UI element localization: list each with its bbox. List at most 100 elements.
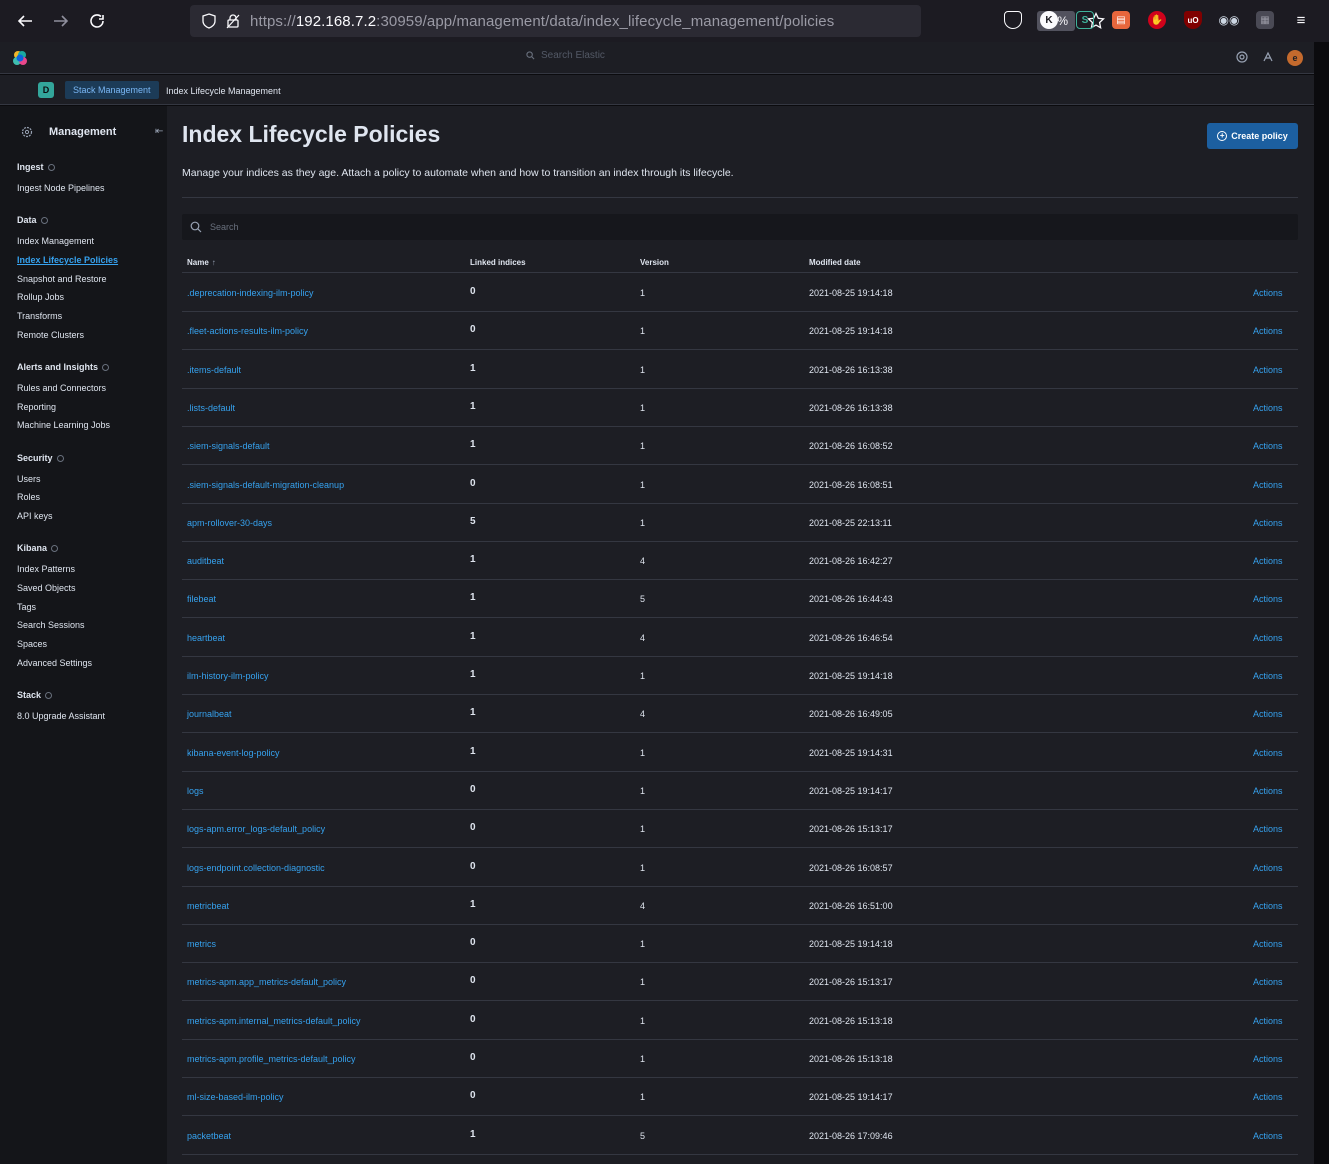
create-policy-button[interactable]: + Create policy xyxy=(1207,123,1298,149)
search-input[interactable] xyxy=(210,222,610,232)
help-icon[interactable] xyxy=(1235,50,1249,64)
policy-name-link[interactable]: .lists-default xyxy=(187,403,235,413)
hamburger-menu-icon[interactable]: ≡ xyxy=(1292,11,1310,29)
user-avatar[interactable]: e xyxy=(1287,50,1303,66)
policy-name-link[interactable]: ml-size-based-ilm-policy xyxy=(187,1092,284,1102)
sidebar-item-index-lifecycle-policies[interactable]: Index Lifecycle Policies xyxy=(17,255,118,265)
policy-name-link[interactable]: logs-endpoint.collection-diagnostic xyxy=(187,863,325,873)
column-header-linked-indices[interactable]: Linked indices xyxy=(470,258,526,267)
actions-link[interactable]: Actions xyxy=(1253,518,1283,528)
pocket-icon[interactable] xyxy=(1004,11,1022,29)
scrollbar[interactable] xyxy=(1314,42,1329,1164)
policy-name-link[interactable]: metricbeat xyxy=(187,901,229,911)
address-bar[interactable]: https://192.168.7.2:30959/app/management… xyxy=(190,5,1105,37)
policy-name-link[interactable]: apm-rollover-30-days xyxy=(187,518,272,528)
actions-link[interactable]: Actions xyxy=(1253,671,1283,681)
actions-link[interactable]: Actions xyxy=(1253,709,1283,719)
policy-name-link[interactable]: .deprecation-indexing-ilm-policy xyxy=(187,288,314,298)
policy-name-link[interactable]: .items-default xyxy=(187,365,241,375)
actions-link[interactable]: Actions xyxy=(1253,863,1283,873)
policy-version: 1 xyxy=(640,785,646,796)
info-icon xyxy=(102,363,110,371)
actions-link[interactable]: Actions xyxy=(1253,1092,1283,1102)
bookmark-extension-icon[interactable]: ▤ xyxy=(1112,11,1130,29)
policy-name-link[interactable]: logs xyxy=(187,786,204,796)
ublock-icon[interactable]: uO xyxy=(1184,11,1202,29)
actions-link[interactable]: Actions xyxy=(1253,939,1283,949)
sidebar-item-api-keys[interactable]: API keys xyxy=(17,511,53,521)
breadcrumb-stack-management[interactable]: Stack Management xyxy=(65,81,159,99)
space-avatar[interactable]: D xyxy=(38,82,54,98)
policy-name-link[interactable]: heartbeat xyxy=(187,633,225,643)
actions-link[interactable]: Actions xyxy=(1253,441,1283,451)
k-extension-icon[interactable]: K xyxy=(1040,11,1058,29)
policy-name-link[interactable]: metrics-apm.profile_metrics-default_poli… xyxy=(187,1054,356,1064)
actions-link[interactable]: Actions xyxy=(1253,480,1283,490)
forward-button[interactable] xyxy=(43,3,79,39)
actions-link[interactable]: Actions xyxy=(1253,1131,1283,1141)
policy-name-link[interactable]: .siem-signals-default xyxy=(187,441,270,451)
sidebar-item-index-patterns[interactable]: Index Patterns xyxy=(17,564,75,574)
policy-search[interactable] xyxy=(182,214,1298,240)
actions-link[interactable]: Actions xyxy=(1253,748,1283,758)
url-text[interactable]: https://192.168.7.2:30959/app/management… xyxy=(250,13,834,30)
policy-name-link[interactable]: kibana-event-log-policy xyxy=(187,748,280,758)
column-header-name[interactable]: Name ↑ xyxy=(187,258,216,267)
actions-link[interactable]: Actions xyxy=(1253,633,1283,643)
global-search[interactable]: Search Elastic xyxy=(526,50,605,61)
sidebar-item-ingest-node-pipelines[interactable]: Ingest Node Pipelines xyxy=(17,183,105,193)
policy-name-link[interactable]: .fleet-actions-results-ilm-policy xyxy=(187,326,308,336)
column-header-version[interactable]: Version xyxy=(640,258,669,267)
sidebar-item-upgrade-assistant[interactable]: 8.0 Upgrade Assistant xyxy=(17,711,105,721)
newsfeed-icon[interactable] xyxy=(1261,50,1275,64)
actions-link[interactable]: Actions xyxy=(1253,1016,1283,1026)
policy-name-link[interactable]: filebeat xyxy=(187,594,216,604)
policy-name-link[interactable]: metrics xyxy=(187,939,216,949)
elastic-logo[interactable] xyxy=(12,50,28,66)
policy-name-link[interactable]: ilm-history-ilm-policy xyxy=(187,671,269,681)
stop-hand-icon[interactable]: ✋ xyxy=(1148,11,1166,29)
actions-link[interactable]: Actions xyxy=(1253,403,1283,413)
actions-link[interactable]: Actions xyxy=(1253,594,1283,604)
shield-icon[interactable] xyxy=(198,10,220,32)
sidebar-item-advanced-settings[interactable]: Advanced Settings xyxy=(17,658,92,668)
sidebar-item-search-sessions[interactable]: Search Sessions xyxy=(17,620,85,630)
actions-link[interactable]: Actions xyxy=(1253,556,1283,566)
sidebar-item-remote-clusters[interactable]: Remote Clusters xyxy=(17,330,84,340)
actions-link[interactable]: Actions xyxy=(1253,288,1283,298)
back-button[interactable] xyxy=(7,3,43,39)
sidebar-item-machine-learning-jobs[interactable]: Machine Learning Jobs xyxy=(17,420,110,430)
policy-name-link[interactable]: auditbeat xyxy=(187,556,224,566)
sidebar-item-roles[interactable]: Roles xyxy=(17,492,40,502)
lock-warning-icon[interactable] xyxy=(222,10,244,32)
actions-link[interactable]: Actions xyxy=(1253,326,1283,336)
actions-link[interactable]: Actions xyxy=(1253,977,1283,987)
sidebar-item-transforms[interactable]: Transforms xyxy=(17,311,62,321)
policy-name-link[interactable]: packetbeat xyxy=(187,1131,231,1141)
policy-name-link[interactable]: logs-apm.error_logs-default_policy xyxy=(187,824,325,834)
actions-link[interactable]: Actions xyxy=(1253,365,1283,375)
actions-link[interactable]: Actions xyxy=(1253,824,1283,834)
qr-extension-icon[interactable]: ▦ xyxy=(1256,11,1274,29)
collapse-sidebar-icon[interactable]: ⇤ xyxy=(155,126,163,137)
s-extension-icon[interactable]: S xyxy=(1076,11,1094,29)
sidebar-item-index-management[interactable]: Index Management xyxy=(17,236,94,246)
sidebar-item-users[interactable]: Users xyxy=(17,474,41,484)
actions-link[interactable]: Actions xyxy=(1253,1054,1283,1064)
sidebar-item-rollup-jobs[interactable]: Rollup Jobs xyxy=(17,292,64,302)
sidebar-item-tags[interactable]: Tags xyxy=(17,602,36,612)
policy-name-link[interactable]: metrics-apm.app_metrics-default_policy xyxy=(187,977,346,987)
glasses-extension-icon[interactable]: ◉◉ xyxy=(1219,11,1240,29)
sidebar-item-spaces[interactable]: Spaces xyxy=(17,639,47,649)
policy-name-link[interactable]: journalbeat xyxy=(187,709,232,719)
policy-name-link[interactable]: .siem-signals-default-migration-cleanup xyxy=(187,480,344,490)
reload-button[interactable] xyxy=(79,3,115,39)
sidebar-item-saved-objects[interactable]: Saved Objects xyxy=(17,583,76,593)
policy-name-link[interactable]: metrics-apm.internal_metrics-default_pol… xyxy=(187,1016,361,1026)
actions-link[interactable]: Actions xyxy=(1253,786,1283,796)
sidebar-item-snapshot-and-restore[interactable]: Snapshot and Restore xyxy=(17,274,107,284)
sidebar-item-reporting[interactable]: Reporting xyxy=(17,402,56,412)
sidebar-item-rules-and-connectors[interactable]: Rules and Connectors xyxy=(17,383,106,393)
actions-link[interactable]: Actions xyxy=(1253,901,1283,911)
column-header-modified-date[interactable]: Modified date xyxy=(809,258,861,267)
